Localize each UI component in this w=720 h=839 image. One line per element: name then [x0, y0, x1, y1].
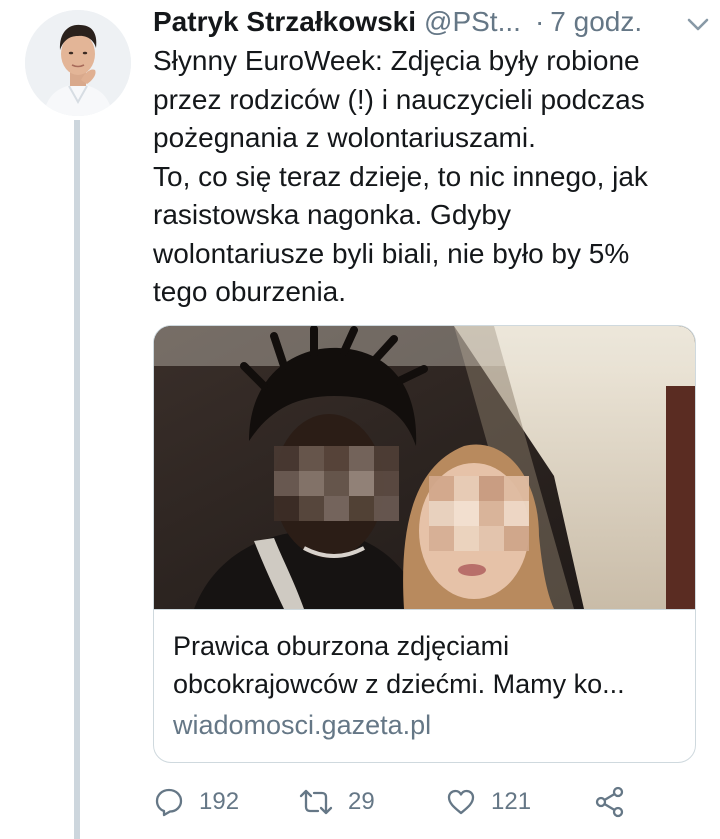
- card-title[interactable]: Prawica oburzona zdjęciami obcokrajowców…: [173, 627, 683, 703]
- card-domain[interactable]: wiadomosci.gazeta.pl: [173, 710, 431, 741]
- retweet-icon: [299, 789, 333, 815]
- tweet-text-line: rasistowska nagonka. Gdyby: [153, 199, 511, 230]
- reply-icon: [155, 788, 183, 817]
- like-button[interactable]: 121: [445, 782, 531, 822]
- tweet-text-line: pożegnania z wolontariuszami.: [153, 122, 536, 153]
- share-icon: [595, 786, 624, 818]
- tweet-text-line: tego oburzenia.: [153, 276, 347, 307]
- chevron-down-icon[interactable]: [686, 12, 710, 36]
- card-image[interactable]: [154, 326, 695, 610]
- share-button[interactable]: [593, 782, 627, 822]
- retweet-button[interactable]: 29: [298, 782, 375, 822]
- timestamp[interactable]: 7 godz.: [550, 6, 642, 38]
- card-title-line: Prawica oburzona zdjęciami: [173, 631, 510, 661]
- tweet[interactable]: Patryk Strzałkowski @PSt... · 7 godz. Sł…: [0, 0, 720, 839]
- author-handle[interactable]: @PSt...: [424, 6, 521, 38]
- tweet-header: Patryk Strzałkowski @PSt... · 7 godz.: [153, 2, 713, 42]
- retweet-count: 29: [348, 788, 375, 815]
- separator-dot: ·: [534, 6, 545, 37]
- link-card[interactable]: Prawica oburzona zdjęciami obcokrajowców…: [153, 325, 696, 763]
- tweet-text-line: przez rodziców (!) i nauczycieli podczas: [153, 83, 645, 115]
- reply-count: 192: [199, 788, 240, 815]
- tweet-actions: 192 29 121: [153, 782, 713, 822]
- tweet-text-line: To, co się teraz dzieje, to nic innego, …: [153, 160, 648, 192]
- like-count: 121: [491, 788, 532, 815]
- card-title-line: obcokrajowców z dziećmi. Mamy ko...: [173, 669, 625, 699]
- heart-icon: [447, 789, 475, 815]
- thread-line: [74, 120, 80, 839]
- avatar-image: [25, 10, 131, 116]
- reply-button[interactable]: 192: [153, 782, 239, 822]
- tweet-text: Słynny EuroWeek: Zdjęcia były robione pr…: [153, 42, 698, 312]
- avatar[interactable]: [25, 10, 131, 116]
- tweet-text-line: Słynny EuroWeek: Zdjęcia były robione: [153, 45, 640, 76]
- tweet-text-line: wolontariusze byli biali, nie było by 5%: [153, 237, 630, 269]
- author-name[interactable]: Patryk Strzałkowski: [153, 6, 416, 38]
